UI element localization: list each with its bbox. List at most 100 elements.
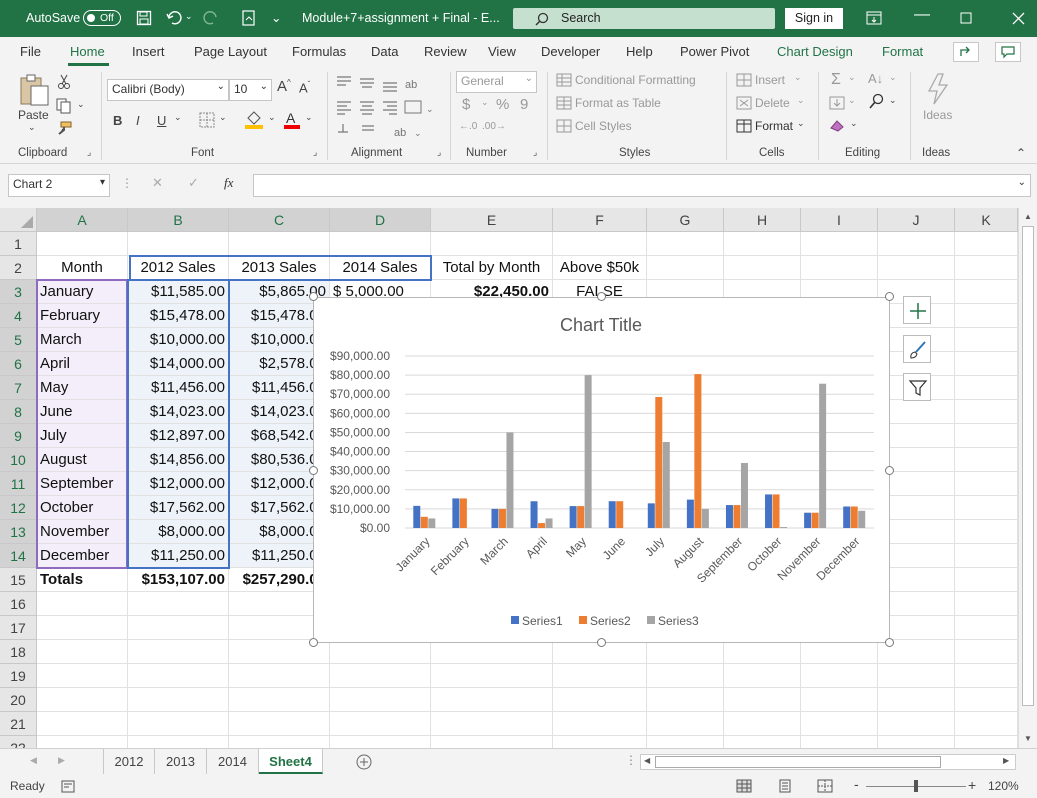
grid-cell[interactable]	[229, 736, 330, 748]
chart-styles-button[interactable]	[903, 335, 931, 363]
tab-insert[interactable]: Insert	[132, 44, 165, 59]
format-painter-icon[interactable]	[56, 121, 72, 135]
insert-cells-button[interactable]: Insert	[755, 73, 785, 87]
chart-resize-handle[interactable]	[309, 466, 318, 475]
cell-styles-button[interactable]: Cell Styles	[575, 119, 632, 133]
autosave-toggle[interactable]: Off	[83, 10, 121, 26]
grid-cell[interactable]	[229, 664, 330, 688]
grid-cell[interactable]	[955, 520, 1018, 544]
sheet-tab-sheet4[interactable]: Sheet4	[259, 749, 323, 774]
confirm-entry-icon[interactable]: ✓	[188, 175, 199, 191]
tab-developer[interactable]: Developer	[541, 44, 600, 59]
grid-cell[interactable]	[647, 232, 724, 256]
font-color-dropdown-icon[interactable]: ⌄	[305, 112, 313, 123]
underline-dropdown-icon[interactable]: ⌄	[174, 112, 182, 123]
fill-dropdown-icon[interactable]: ⌄	[848, 95, 856, 106]
grid-cell[interactable]	[801, 736, 878, 748]
cell-2012-sales[interactable]: $8,000.00	[128, 520, 229, 544]
grid-cell[interactable]	[955, 352, 1018, 376]
format-as-table-button[interactable]: Format as Table	[575, 96, 661, 110]
collapse-ribbon-icon[interactable]: ⌃	[1016, 146, 1026, 160]
column-header-b[interactable]: B	[128, 208, 229, 232]
grid-cell[interactable]	[553, 232, 647, 256]
comments-icon[interactable]	[995, 42, 1021, 62]
cell-2012-sales[interactable]: $12,897.00	[128, 424, 229, 448]
grid-cell[interactable]	[955, 544, 1018, 568]
grid-cell[interactable]	[724, 688, 801, 712]
grid-cell[interactable]	[647, 688, 724, 712]
increase-decimal-icon[interactable]: ←.0	[459, 121, 477, 132]
grid-cell[interactable]	[955, 688, 1018, 712]
grid-cell[interactable]	[37, 592, 128, 616]
tab-page-layout[interactable]: Page Layout	[194, 44, 267, 59]
grid-cell[interactable]	[878, 736, 955, 748]
grid-cell[interactable]	[647, 664, 724, 688]
tab-file[interactable]: File	[20, 44, 41, 59]
paste-dropdown-icon[interactable]: ⌄	[28, 122, 36, 133]
grid-cell[interactable]	[955, 304, 1018, 328]
increase-font-icon[interactable]: A^	[277, 78, 291, 95]
column-header-e[interactable]: E	[431, 208, 553, 232]
cell-month[interactable]: October	[37, 496, 128, 520]
row-header-17[interactable]: 17	[0, 616, 37, 640]
zoom-level[interactable]: 120%	[988, 779, 1019, 793]
column-header-k[interactable]: K	[955, 208, 1018, 232]
sort-filter-icon[interactable]: A↓	[868, 71, 883, 86]
paste-icon[interactable]	[18, 73, 50, 107]
row-header-6[interactable]: 6	[0, 352, 37, 376]
grid-cell[interactable]	[724, 664, 801, 688]
number-format-combo[interactable]: General ⌄	[456, 71, 537, 93]
grid-cell[interactable]	[431, 232, 553, 256]
bold-button[interactable]: B	[113, 113, 122, 128]
column-header-g[interactable]: G	[647, 208, 724, 232]
grid-cell[interactable]	[128, 712, 229, 736]
column-header-f[interactable]: F	[553, 208, 647, 232]
find-select-dropdown-icon[interactable]: ⌄	[889, 95, 897, 106]
grid-cell[interactable]	[955, 400, 1018, 424]
grid-cell[interactable]	[955, 328, 1018, 352]
row-header-9[interactable]: 9	[0, 424, 37, 448]
row-header-21[interactable]: 21	[0, 712, 37, 736]
currency-button[interactable]: $	[462, 96, 470, 113]
cell-2012-sales[interactable]: $14,856.00	[128, 448, 229, 472]
clipboard-launcher-icon[interactable]: ⌟	[87, 147, 91, 158]
share-icon[interactable]	[953, 42, 979, 62]
undo-icon[interactable]	[166, 10, 182, 26]
number-launcher-icon[interactable]: ⌟	[533, 147, 537, 158]
redo-icon[interactable]	[203, 10, 219, 26]
cell-totals-2012[interactable]: $153,107.00	[128, 568, 229, 592]
grid-cell[interactable]	[330, 712, 431, 736]
grid-cell[interactable]	[878, 232, 955, 256]
page-break-view-icon[interactable]	[817, 779, 833, 793]
grid-cell[interactable]	[553, 736, 647, 748]
insert-function-button[interactable]: fx	[224, 175, 233, 191]
scroll-up-icon[interactable]: ▲	[1024, 212, 1032, 221]
grid-cell[interactable]	[330, 664, 431, 688]
grid-cell[interactable]	[955, 496, 1018, 520]
decrease-font-icon[interactable]: Aˇ	[299, 80, 310, 95]
cell-a2-header[interactable]: Month	[37, 256, 128, 280]
paste-label[interactable]: Paste	[18, 108, 49, 122]
sign-in-button[interactable]: Sign in	[785, 8, 843, 29]
horizontal-scrollbar[interactable]: ◀ ▶	[640, 754, 1016, 770]
grid-cell[interactable]	[724, 232, 801, 256]
find-select-icon[interactable]	[868, 93, 884, 111]
grid-cell[interactable]	[955, 568, 1018, 592]
grid-cell[interactable]	[647, 736, 724, 748]
scroll-right-icon[interactable]: ▶	[1003, 756, 1009, 765]
grid-cell[interactable]	[37, 616, 128, 640]
font-size-combo[interactable]: 10 ⌄	[229, 79, 272, 101]
cell-2012-sales[interactable]: $11,250.00	[128, 544, 229, 568]
font-color-icon[interactable]: A	[283, 110, 301, 130]
cell-e2-header[interactable]: Total by Month	[431, 256, 553, 280]
tab-split-grip-icon[interactable]: ⋮	[625, 753, 637, 767]
cell-2012-sales[interactable]: $15,478.00	[128, 304, 229, 328]
normal-view-icon[interactable]	[736, 779, 752, 793]
column-header-h[interactable]: H	[724, 208, 801, 232]
next-sheet-icon[interactable]: ▶	[58, 755, 65, 766]
row-header-22[interactable]: 22	[0, 736, 37, 748]
row-header-18[interactable]: 18	[0, 640, 37, 664]
sheet-tab-2012[interactable]: 2012	[103, 749, 155, 774]
cell-2012-sales[interactable]: $14,023.00	[128, 400, 229, 424]
name-box[interactable]: Chart 2 ▾	[8, 174, 110, 197]
